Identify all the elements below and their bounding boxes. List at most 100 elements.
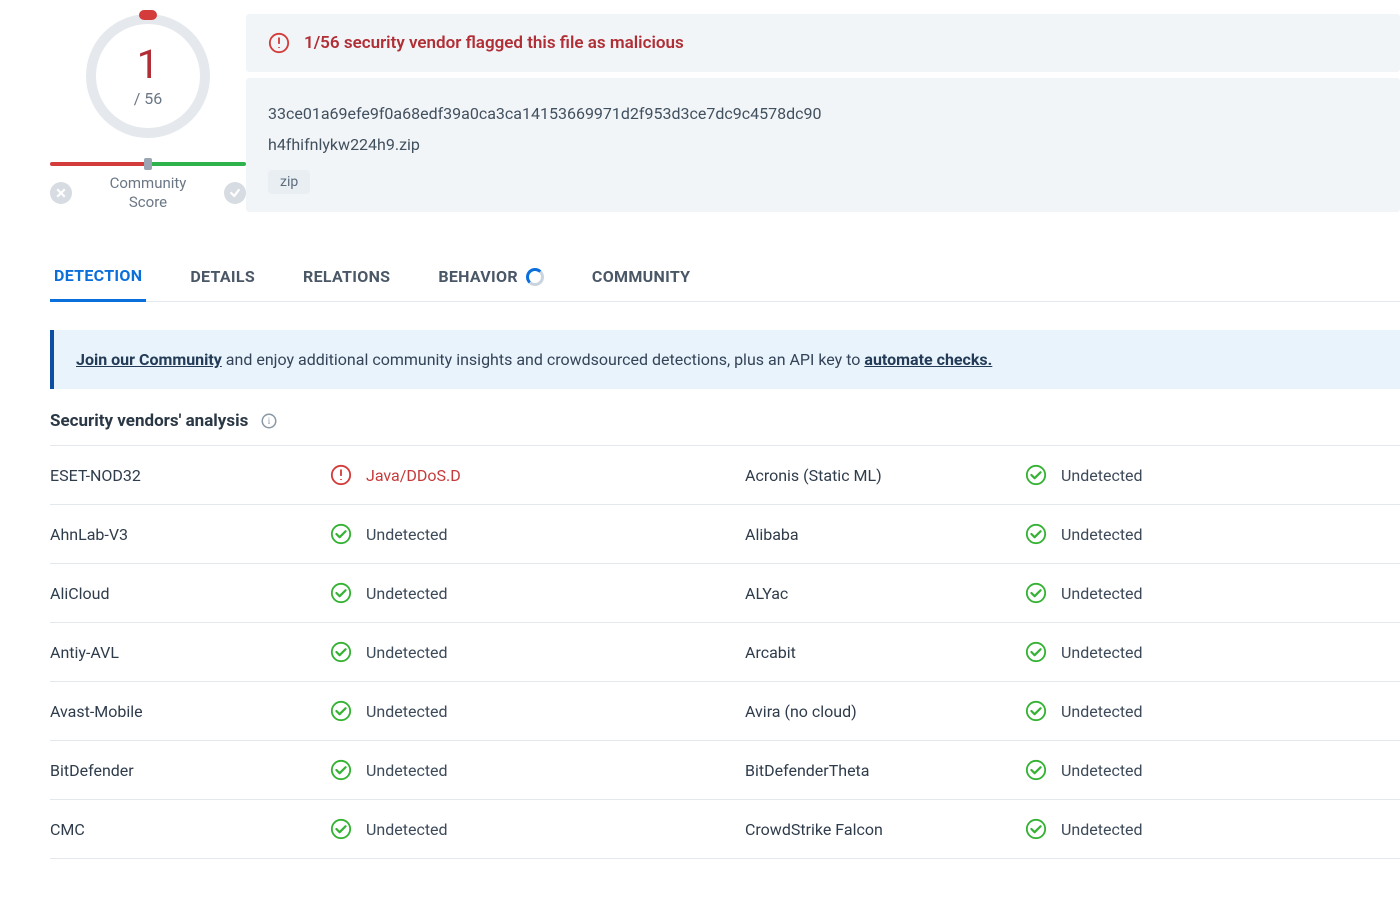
alert-circle-icon [330,464,352,486]
file-info-card: 33ce01a69efe9f0a68edf39a0ca3ca1415366997… [246,78,1400,212]
vendor-cell: CrowdStrike Falcon Undetected [705,800,1400,858]
check-circle-icon [330,523,352,545]
vendor-result: Undetected [330,641,448,663]
vendor-result: Undetected [330,700,448,722]
vendor-result: Undetected [1025,818,1143,840]
tab-details[interactable]: DETAILS [186,252,259,301]
join-community-link[interactable]: Join our Community [76,350,222,369]
vendor-result-text: Undetected [366,820,448,839]
vendor-name: AhnLab-V3 [50,525,330,544]
automate-checks-link[interactable]: automate checks. [864,350,992,369]
vendor-name: BitDefender [50,761,330,780]
vendor-cell: Alibaba Undetected [705,505,1400,563]
vendor-name: CrowdStrike Falcon [745,820,1025,839]
detection-alert: 1/56 security vendor flagged this file a… [246,14,1400,72]
vendors-header: Security vendors' analysis i [50,389,1400,446]
tab-label: COMMUNITY [592,267,690,286]
vendor-name: ESET-NOD32 [50,466,330,485]
vendor-result-text: Undetected [366,643,448,662]
vendor-result-text: Undetected [1061,466,1143,485]
check-circle-icon [1025,700,1047,722]
check-icon [229,187,241,199]
vendor-name: Avira (no cloud) [745,702,1025,721]
vendors-grid: ESET-NOD32 Java/DDoS.D Acronis (Static ML)… [50,446,1400,859]
vendor-cell: ESET-NOD32 Java/DDoS.D [50,446,705,504]
check-circle-icon [330,700,352,722]
vendor-result: Undetected [1025,700,1143,722]
file-hash: 33ce01a69efe9f0a68edf39a0ca3ca1415366997… [268,98,1378,129]
vendor-cell: BitDefenderUndetected [50,741,705,799]
loading-spinner-icon [526,268,544,286]
community-promo: Join our Community and enjoy additional … [50,330,1400,389]
vote-malicious-button[interactable] [224,182,246,204]
vendor-name: Arcabit [745,643,1025,662]
vendor-name: CMC [50,820,330,839]
vendor-result-text: Undetected [366,702,448,721]
score-column: 1 / 56 Community Score [50,14,246,212]
tabs: DETECTION DETAILS RELATIONS BEHAVIOR COMMUNI… [50,252,1400,302]
score-total: / 56 [134,89,163,108]
vendor-name: ALYac [745,584,1025,603]
vendor-row: AhnLab-V3 Undetected Alibaba Undetected [50,505,1400,564]
community-score-label: Community Score [110,174,187,212]
tab-behavior[interactable]: BEHAVIOR [434,252,548,301]
vendor-name: Avast-Mobile [50,702,330,721]
vendor-result: Undetected [330,582,448,604]
vendor-name: AliCloud [50,584,330,603]
vendor-cell: Acronis (Static ML) Undetected [705,446,1400,504]
promo-text: and enjoy additional community insights … [222,350,865,369]
vendor-name: Acronis (Static ML) [745,466,1025,485]
vendor-result: Undetected [1025,582,1143,604]
score-detections: 1 [137,45,159,85]
file-type-tag[interactable]: zip [268,170,310,194]
vendor-result: Undetected [1025,759,1143,781]
check-circle-icon [1025,582,1047,604]
vendor-result-text: Undetected [1061,820,1143,839]
file-name: h4fhifnlykw224h9.zip [268,129,1378,160]
vendor-result: Undetected [330,759,448,781]
vendor-result-text: Undetected [366,584,448,603]
score-indicator-dot [139,10,157,20]
vendor-name: Alibaba [745,525,1025,544]
tab-relations[interactable]: RELATIONS [299,252,394,301]
vendor-cell: AliCloud Undetected [50,564,705,622]
vendor-row: AliCloudUndetectedALYacUndetected [50,564,1400,623]
community-score-block: Community Score [50,162,246,212]
tab-detection[interactable]: DETECTION [50,252,146,302]
vendor-result-text: Undetected [1061,702,1143,721]
check-circle-icon [330,641,352,663]
check-circle-icon [1025,818,1047,840]
vendor-result-text: Undetected [1061,525,1143,544]
vendor-cell: AhnLab-V3 Undetected [50,505,705,563]
alert-icon [268,32,290,54]
x-icon [55,187,67,199]
check-circle-icon [1025,523,1047,545]
tab-label: RELATIONS [303,267,390,286]
vote-harmless-button[interactable] [50,182,72,204]
vendor-cell: Avira (no cloud) Undetected [705,682,1400,740]
vendor-cell: Arcabit Undetected [705,623,1400,681]
vendor-result-text: Undetected [1061,643,1143,662]
vendor-result: Undetected [330,818,448,840]
community-score-bar [50,162,246,166]
vendor-result: Undetected [1025,523,1143,545]
vendor-row: Antiy-AVL Undetected Arcabit Undetected [50,623,1400,682]
vendor-row: BitDefenderUndetectedBitDefenderThetaUnd… [50,741,1400,800]
vendor-result-text: Undetected [366,525,448,544]
vendor-name: BitDefenderTheta [745,761,1025,780]
detection-score-circle: 1 / 56 [86,14,210,138]
vendor-row: CMC Undetected CrowdStrike Falcon Undetecte… [50,800,1400,859]
vendor-name: Antiy-AVL [50,643,330,662]
vendor-result-text: Java/DDoS.D [366,466,461,485]
check-circle-icon [1025,464,1047,486]
vendor-result: Undetected [1025,464,1143,486]
vendor-result: Java/DDoS.D [330,464,461,486]
tab-community[interactable]: COMMUNITY [588,252,694,301]
vendor-row: ESET-NOD32 Java/DDoS.D Acronis (Static ML)… [50,446,1400,505]
vendor-cell: Antiy-AVL Undetected [50,623,705,681]
vendor-result: Undetected [330,523,448,545]
community-score-knob [144,158,152,170]
info-icon[interactable]: i [258,412,280,430]
vendor-result-text: Undetected [1061,761,1143,780]
vendor-cell: Avast-Mobile Undetected [50,682,705,740]
